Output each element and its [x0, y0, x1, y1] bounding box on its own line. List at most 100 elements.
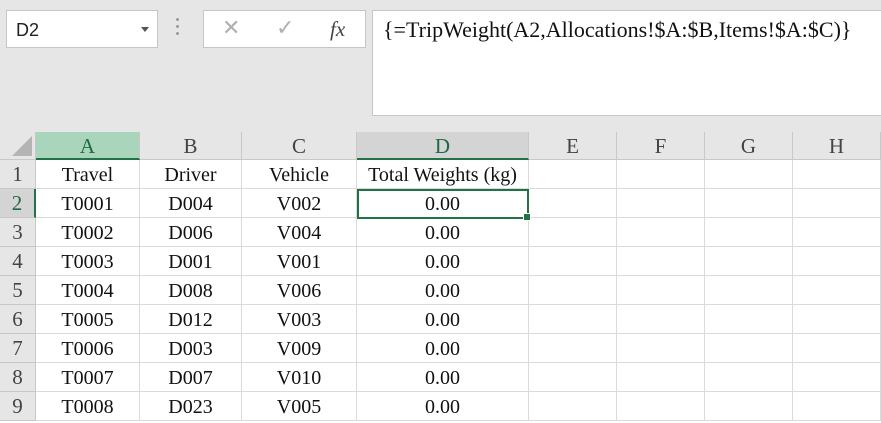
cell-g6[interactable]	[705, 305, 793, 334]
cell-c9[interactable]: V005	[242, 392, 357, 421]
cell-c4[interactable]: V001	[242, 247, 357, 276]
cell-a8[interactable]: T0007	[36, 363, 140, 392]
cancel-icon[interactable]: ✕	[222, 16, 240, 41]
column-header-c[interactable]: C	[242, 132, 357, 160]
chevron-down-icon[interactable]	[141, 27, 149, 32]
cell-h3[interactable]	[793, 218, 881, 247]
row-header-5[interactable]: 5	[0, 276, 36, 305]
row-header-9[interactable]: 9	[0, 392, 36, 421]
row-header-8[interactable]: 8	[0, 363, 36, 392]
cell-h2[interactable]	[793, 189, 881, 218]
row-header-3[interactable]: 3	[0, 218, 36, 247]
column-header-e[interactable]: E	[529, 132, 617, 160]
cell-a3[interactable]: T0002	[36, 218, 140, 247]
cell-a6[interactable]: T0005	[36, 305, 140, 334]
cell-a7[interactable]: T0006	[36, 334, 140, 363]
cell-b3[interactable]: D006	[140, 218, 242, 247]
cell-f2[interactable]	[617, 189, 705, 218]
cell-a5[interactable]: T0004	[36, 276, 140, 305]
cell-d6[interactable]: 0.00	[357, 305, 529, 334]
cell-g3[interactable]	[705, 218, 793, 247]
select-all-button[interactable]	[0, 132, 36, 160]
cell-h9[interactable]	[793, 392, 881, 421]
cell-f1[interactable]	[617, 160, 705, 189]
cell-f3[interactable]	[617, 218, 705, 247]
cell-h6[interactable]	[793, 305, 881, 334]
column-header-a[interactable]: A	[36, 132, 140, 160]
insert-function-icon[interactable]: fx	[330, 17, 345, 42]
cell-g7[interactable]	[705, 334, 793, 363]
row-header-7[interactable]: 7	[0, 334, 36, 363]
cell-a4[interactable]: T0003	[36, 247, 140, 276]
cell-f9[interactable]	[617, 392, 705, 421]
cell-c6[interactable]: V003	[242, 305, 357, 334]
cell-e2[interactable]	[529, 189, 617, 218]
cell-h4[interactable]	[793, 247, 881, 276]
cell-h7[interactable]	[793, 334, 881, 363]
row-header-6[interactable]: 6	[0, 305, 36, 334]
cell-c1[interactable]: Vehicle	[242, 160, 357, 189]
cell-d3[interactable]: 0.00	[357, 218, 529, 247]
cell-d7[interactable]: 0.00	[357, 334, 529, 363]
cell-f6[interactable]	[617, 305, 705, 334]
enter-icon[interactable]: ✓	[276, 16, 294, 41]
cell-e6[interactable]	[529, 305, 617, 334]
row-header-4[interactable]: 4	[0, 247, 36, 276]
cell-b2[interactable]: D004	[140, 189, 242, 218]
cell-c7[interactable]: V009	[242, 334, 357, 363]
cell-d8[interactable]: 0.00	[357, 363, 529, 392]
cell-b7[interactable]: D003	[140, 334, 242, 363]
cell-g2[interactable]	[705, 189, 793, 218]
fill-handle[interactable]	[523, 213, 531, 221]
column-header-b[interactable]: B	[140, 132, 242, 160]
cell-d5[interactable]: 0.00	[357, 276, 529, 305]
cell-c3[interactable]: V004	[242, 218, 357, 247]
cell-f8[interactable]	[617, 363, 705, 392]
cell-d9[interactable]: 0.00	[357, 392, 529, 421]
formula-buttons: ✕ ✓ fx	[203, 10, 366, 48]
cell-c5[interactable]: V006	[242, 276, 357, 305]
drag-handle-icon[interactable]	[176, 18, 180, 39]
cell-b5[interactable]: D008	[140, 276, 242, 305]
cell-e8[interactable]	[529, 363, 617, 392]
cell-c2[interactable]: V002	[242, 189, 357, 218]
cell-b1[interactable]: Driver	[140, 160, 242, 189]
cell-h5[interactable]	[793, 276, 881, 305]
column-header-f[interactable]: F	[617, 132, 705, 160]
row-header-2[interactable]: 2	[0, 189, 36, 218]
cell-b9[interactable]: D023	[140, 392, 242, 421]
cell-h8[interactable]	[793, 363, 881, 392]
cell-f4[interactable]	[617, 247, 705, 276]
cell-a9[interactable]: T0008	[36, 392, 140, 421]
cell-g5[interactable]	[705, 276, 793, 305]
cell-g4[interactable]	[705, 247, 793, 276]
cell-g9[interactable]	[705, 392, 793, 421]
name-box[interactable]: D2	[6, 10, 158, 48]
cell-e4[interactable]	[529, 247, 617, 276]
cell-b8[interactable]: D007	[140, 363, 242, 392]
column-header-g[interactable]: G	[705, 132, 793, 160]
cell-e3[interactable]	[529, 218, 617, 247]
cell-b4[interactable]: D001	[140, 247, 242, 276]
cell-a1[interactable]: Travel	[36, 160, 140, 189]
cell-g1[interactable]	[705, 160, 793, 189]
active-cell-selection[interactable]	[357, 189, 531, 221]
cell-g8[interactable]	[705, 363, 793, 392]
cell-f7[interactable]	[617, 334, 705, 363]
row-header-1[interactable]: 1	[0, 160, 36, 189]
column-header-d[interactable]: D	[357, 132, 529, 160]
cell-d4[interactable]: 0.00	[357, 247, 529, 276]
cell-h1[interactable]	[793, 160, 881, 189]
formula-text: {=TripWeight(A2,Allocations!$A:$B,Items!…	[383, 17, 852, 42]
cell-e9[interactable]	[529, 392, 617, 421]
cell-f5[interactable]	[617, 276, 705, 305]
column-header-h[interactable]: H	[793, 132, 881, 160]
cell-c8[interactable]: V010	[242, 363, 357, 392]
cell-e5[interactable]	[529, 276, 617, 305]
cell-a2[interactable]: T0001	[36, 189, 140, 218]
cell-b6[interactable]: D012	[140, 305, 242, 334]
cell-e1[interactable]	[529, 160, 617, 189]
cell-d1[interactable]: Total Weights (kg)	[357, 160, 529, 189]
formula-input[interactable]: {=TripWeight(A2,Allocations!$A:$B,Items!…	[372, 10, 881, 116]
cell-e7[interactable]	[529, 334, 617, 363]
